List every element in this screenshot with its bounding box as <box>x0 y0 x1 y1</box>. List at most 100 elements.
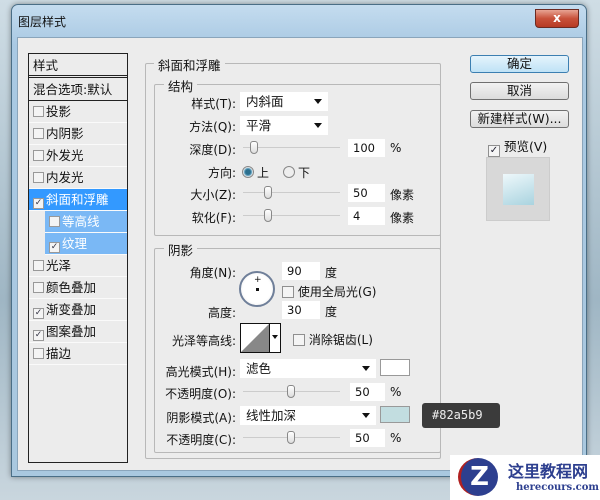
highlight-opacity-input[interactable]: 50 <box>350 383 385 401</box>
checkbox-icon[interactable] <box>33 128 44 139</box>
global-light-label: 使用全局光(G) <box>297 285 377 299</box>
checkbox-icon[interactable] <box>33 172 44 183</box>
soften-thumb[interactable] <box>264 209 272 222</box>
style-item-label: 投影 <box>46 104 72 119</box>
style-item[interactable]: ✓ 纹理 <box>45 233 127 255</box>
highlight-opacity-thumb[interactable] <box>287 385 295 398</box>
depth-unit: % <box>390 141 402 155</box>
gloss-contour-label: 光泽等高线: <box>171 334 236 348</box>
style-item[interactable]: 光泽 <box>29 255 127 277</box>
shadow-opacity-label: 不透明度(C): <box>166 433 236 447</box>
style-value: 内斜面 <box>246 94 284 109</box>
style-item-label: 图案叠加 <box>46 324 97 339</box>
preview-checkbox[interactable]: ✓ 预览(V) <box>488 136 547 157</box>
highlight-opacity-label: 不透明度(O): <box>165 387 236 401</box>
depth-label: 深度(D): <box>189 143 236 157</box>
angle-dial[interactable]: + <box>239 271 275 307</box>
shadow-color-swatch[interactable] <box>380 406 410 423</box>
window-title: 图层样式 <box>18 15 67 29</box>
chevron-down-icon <box>314 123 322 128</box>
checkbox-icon[interactable] <box>33 348 44 359</box>
preview-swatch <box>503 174 534 205</box>
checkbox-icon[interactable]: ✓ <box>49 242 60 253</box>
checkbox-icon[interactable]: ✓ <box>33 330 44 341</box>
chevron-down-icon <box>314 99 322 104</box>
checkbox-icon[interactable] <box>49 216 60 227</box>
watermark-name: 这里教程网 <box>508 462 589 481</box>
checkbox-icon <box>282 286 294 298</box>
technique-label: 方法(Q): <box>189 120 236 134</box>
checkbox-icon[interactable] <box>33 260 44 271</box>
watermark: Z 这里教程网 herecours.com <box>450 455 600 500</box>
soften-unit: 像素 <box>390 211 415 225</box>
checkbox-icon[interactable] <box>33 106 44 117</box>
checkbox-icon[interactable] <box>33 282 44 293</box>
highlight-mode-value: 滤色 <box>246 361 272 376</box>
shadow-opacity-thumb[interactable] <box>287 431 295 444</box>
close-button[interactable]: x <box>535 9 579 28</box>
style-item[interactable]: ✓ 图案叠加 <box>29 321 127 343</box>
style-item[interactable]: 外发光 <box>29 145 127 167</box>
style-select[interactable]: 内斜面 <box>240 92 328 111</box>
soften-label: 软化(F): <box>191 211 236 225</box>
chevron-down-icon <box>272 335 278 339</box>
style-item[interactable]: ✓ 斜面和浮雕 <box>29 189 127 211</box>
checkbox-icon: ✓ <box>488 145 500 157</box>
styles-list: 样式 混合选项:默认 投影 内阴影 外发光 内发光 ✓ 斜面和浮雕 等高线 ✓ 纹理 光泽 颜色叠加… <box>28 53 128 463</box>
style-item[interactable]: 颜色叠加 <box>29 277 127 299</box>
technique-select[interactable]: 平滑 <box>240 116 328 135</box>
style-item[interactable]: 内发光 <box>29 167 127 189</box>
style-item-label: 斜面和浮雕 <box>46 192 109 207</box>
size-input[interactable]: 50 <box>348 184 385 202</box>
style-item-label: 外发光 <box>46 148 84 163</box>
technique-value: 平滑 <box>246 118 272 133</box>
styles-header[interactable]: 样式 <box>29 54 127 78</box>
soften-input[interactable]: 4 <box>348 207 385 225</box>
soften-slider[interactable] <box>243 215 340 216</box>
style-item[interactable]: 内阴影 <box>29 123 127 145</box>
color-tooltip: #82a5b9 <box>422 403 500 428</box>
shadow-opacity-unit: % <box>390 431 402 445</box>
style-item[interactable]: 投影 <box>29 101 127 123</box>
style-item[interactable]: 等高线 <box>45 211 127 233</box>
antialias-label: 消除锯齿(L) <box>308 333 373 347</box>
shadow-mode-label: 阴影模式(A): <box>166 411 236 425</box>
depth-input[interactable]: 100 <box>348 139 385 157</box>
checkbox-icon[interactable]: ✓ <box>33 198 44 209</box>
size-slider[interactable] <box>243 192 340 193</box>
angle-input[interactable]: 90 <box>282 262 320 280</box>
style-item[interactable]: ✓ 渐变叠加 <box>29 299 127 321</box>
style-item-label: 渐变叠加 <box>46 302 97 317</box>
new-style-button[interactable]: 新建样式(W)... <box>470 110 569 128</box>
direction-up-radio[interactable] <box>242 166 254 178</box>
altitude-unit: 度 <box>325 305 338 319</box>
gloss-contour-picker[interactable] <box>240 323 281 353</box>
size-thumb[interactable] <box>264 186 272 199</box>
global-light-checkbox[interactable]: 使用全局光(G) <box>282 283 377 300</box>
cancel-button[interactable]: 取消 <box>470 82 569 100</box>
depth-thumb[interactable] <box>250 141 258 154</box>
blending-options[interactable]: 混合选项:默认 <box>29 79 127 101</box>
highlight-opacity-unit: % <box>390 385 402 399</box>
ok-button[interactable]: 确定 <box>470 55 569 73</box>
style-item-label: 描边 <box>46 346 72 361</box>
shadow-mode-value: 线性加深 <box>246 408 297 423</box>
shading-title: 阴影 <box>164 240 198 259</box>
shadow-mode-select[interactable]: 线性加深 <box>240 406 376 425</box>
chevron-down-icon <box>362 413 370 418</box>
style-label: 样式(T): <box>191 97 236 111</box>
antialias-checkbox[interactable]: 消除锯齿(L) <box>293 331 373 348</box>
checkbox-icon[interactable]: ✓ <box>33 308 44 319</box>
style-item[interactable]: 描边 <box>29 343 127 365</box>
preview-box <box>486 157 550 221</box>
direction-down-radio[interactable] <box>283 166 295 178</box>
dial-center <box>256 288 259 291</box>
shadow-opacity-input[interactable]: 50 <box>350 429 385 447</box>
altitude-input[interactable]: 30 <box>282 301 320 319</box>
highlight-color-swatch[interactable] <box>380 359 410 376</box>
checkbox-icon[interactable] <box>33 150 44 161</box>
style-item-label: 等高线 <box>62 214 100 229</box>
style-item-label: 内发光 <box>46 170 84 185</box>
angle-label: 角度(N): <box>189 266 236 280</box>
highlight-mode-select[interactable]: 滤色 <box>240 359 376 378</box>
